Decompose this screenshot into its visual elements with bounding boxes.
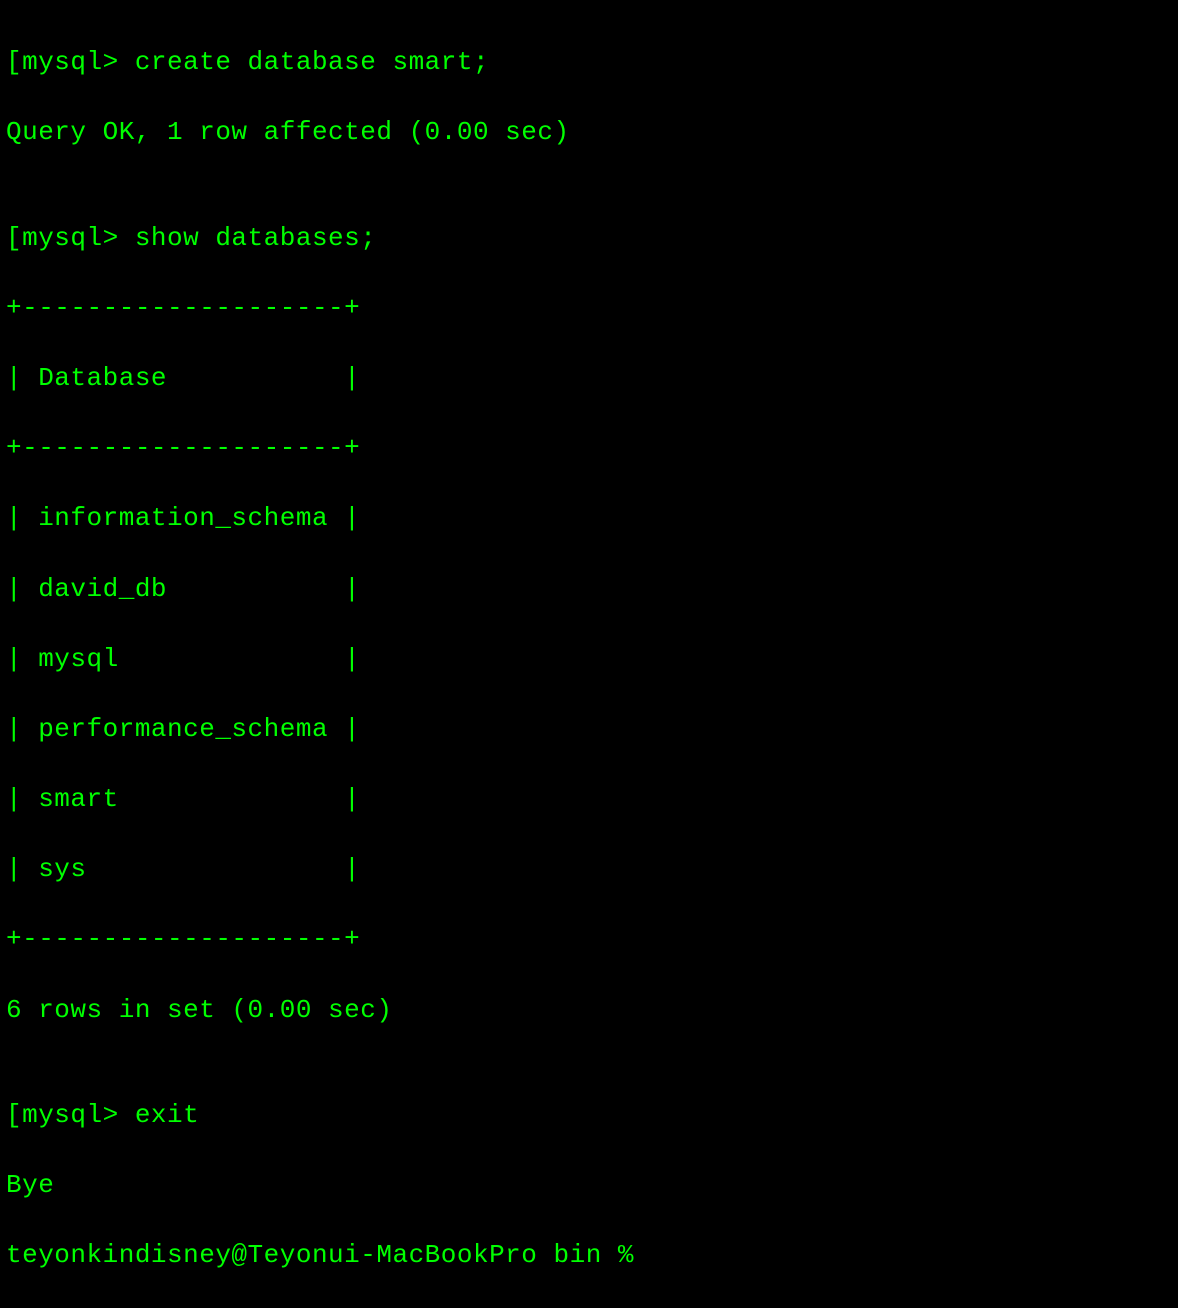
table-row: | sys | — [6, 852, 1172, 887]
terminal-output[interactable]: [mysql> create database smart; Query OK,… — [6, 10, 1172, 1308]
mysql-prompt-line: [mysql> create database smart; — [6, 45, 1172, 80]
table-row: | david_db | — [6, 572, 1172, 607]
table-row: | information_schema | — [6, 501, 1172, 536]
mysql-prompt-line: [mysql> exit — [6, 1098, 1172, 1133]
query-result-line: Query OK, 1 row affected (0.00 sec) — [6, 115, 1172, 150]
table-border: +--------------------+ — [6, 922, 1172, 957]
table-row: | smart | — [6, 782, 1172, 817]
table-row: | mysql | — [6, 642, 1172, 677]
table-border: +--------------------+ — [6, 431, 1172, 466]
shell-prompt: teyonkindisney@Teyonui-MacBookPro bin % — [6, 1238, 1172, 1273]
mysql-prompt-line: [mysql> show databases; — [6, 221, 1172, 256]
table-border: +--------------------+ — [6, 291, 1172, 326]
result-summary: 6 rows in set (0.00 sec) — [6, 993, 1172, 1028]
table-row: | performance_schema | — [6, 712, 1172, 747]
bye-message: Bye — [6, 1168, 1172, 1203]
table-header: | Database | — [6, 361, 1172, 396]
